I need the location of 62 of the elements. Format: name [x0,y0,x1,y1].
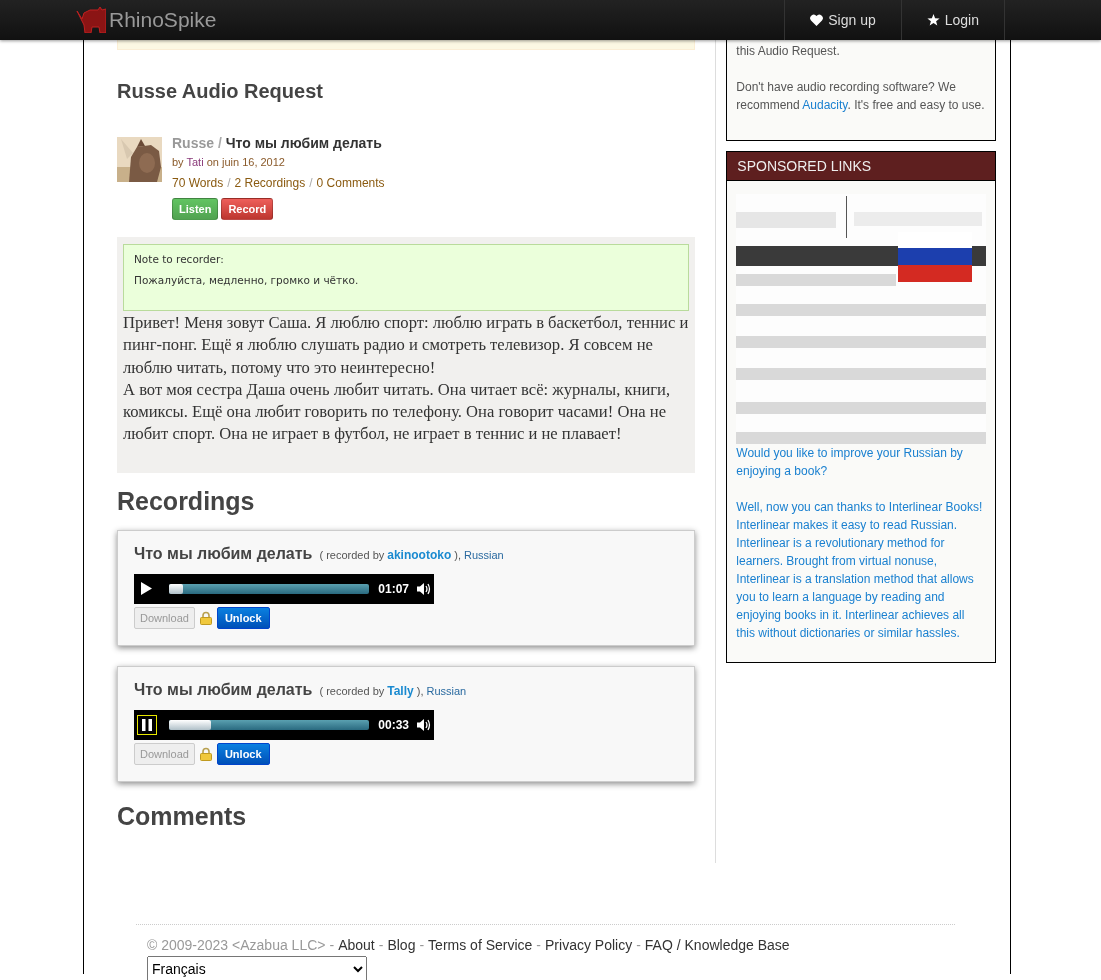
separator-text: - [329,937,335,953]
copyright-text: © 2009-2023 <Azabua LLC> [147,937,326,953]
footer-link[interactable]: FAQ / Knowledge Base [644,937,790,953]
recorded-by-text: ( recorded by [319,684,385,697]
byline-text: by [172,156,184,168]
separator-text: - [636,937,641,953]
paragraph: А вот моя сестра Даша очень любит читать. Она читает всё: журналы, книги, комиксы. Ещё она любит говорить по телефону. Она говорит часами! Она не любит спорт. Она не играет в футбол, не играет в теннис и не плавает! [123,378,672,446]
stat-link[interactable]: 70 Words [172,176,224,190]
panel-title: SPONSORED LINKS [727,152,995,181]
time-display: 01:07 [378,581,410,596]
footer-link[interactable]: About [338,937,375,953]
language-link[interactable]: Russian [426,684,467,697]
pause-icon [141,718,152,731]
site-logo-link[interactable]: RhinoSpike [109,8,217,32]
language-link[interactable]: Russian [464,548,504,561]
punctuation-text: ), [416,684,424,697]
language-select[interactable]: Français [147,956,367,980]
stat-link[interactable]: 2 Recordings [234,176,306,190]
note-text: Пожалуйста, медленно, громко и чётко. [134,274,360,286]
padlock-icon [199,746,212,761]
page-heading: Russe Audio Request [117,80,324,103]
help-text: Don't have audio recording software? We recommend Audacity. It's free and easy to use. [736,79,986,114]
footer-link[interactable]: Privacy Policy [545,937,633,953]
volume-icon[interactable] [417,581,431,596]
punctuation-text: ), [454,548,461,561]
separator-text: / [309,176,313,190]
recorder-link[interactable]: akinootoko [387,547,452,562]
stat-link[interactable]: 0 Comments [316,176,385,190]
note-label: Note to recorder: [134,253,225,265]
separator-text: - [536,937,541,953]
heart-icon [810,14,824,26]
progress-track[interactable] [168,719,370,730]
recorded-by-text: ( recorded by [319,548,385,561]
section-heading: Recordings [117,486,256,516]
request-title: Что мы любим делать [225,135,382,151]
section-heading: Comments [117,801,248,831]
ad-text-link[interactable]: Would you like to improve your Russian by enjoying a book? [736,444,986,480]
separator-text: / [227,176,231,190]
record-button[interactable]: Record [221,198,274,220]
paragraph: Привет! Меня зовут Саша. Я люблю спорт: люблю играть в баскетбол, теннис и пинг-понг. Ещё я люблю слушать радио и смотреть телевизор. Я совсем не люблю читать, потому что это неинтересно! [123,312,690,379]
ad-text-link[interactable]: Well, now you can thanks to Interlinear Books! Interlinear makes it easy to read Russian. Interlinear is a revolutionary method for learners. Brought from virtual nonuse, Interlinear is a translation method that allows you to learn a language by reading and enjoying books in it. Interlinear achieves all this without dictionaries or similar hassles. [736,498,986,642]
footer-link[interactable]: Blog [387,937,416,953]
separator-text: - [419,937,425,953]
separator-text: - [378,937,384,953]
recorder-link[interactable]: Tally [387,683,414,698]
pause-button[interactable] [137,714,157,735]
recording-title: Что мы любим делать [134,544,313,563]
padlock-icon [199,610,212,625]
recording-title: Что мы любим делать [134,680,313,699]
play-icon [141,582,153,596]
footer-link[interactable]: Terms of Service [428,937,533,953]
rhino-logo-icon [76,7,106,33]
separator-text: / [217,135,222,151]
date-text: on juin 16, 2012 [206,156,285,168]
help-text: this Audio Request. [736,43,841,60]
unlock-button[interactable]: Unlock [216,606,270,629]
star-icon [926,14,940,26]
unlock-button[interactable]: Unlock [216,742,270,765]
author-link[interactable]: Tati [186,156,204,168]
volume-icon[interactable] [417,717,431,732]
progress-track[interactable] [168,583,370,594]
time-display: 00:33 [378,717,410,732]
